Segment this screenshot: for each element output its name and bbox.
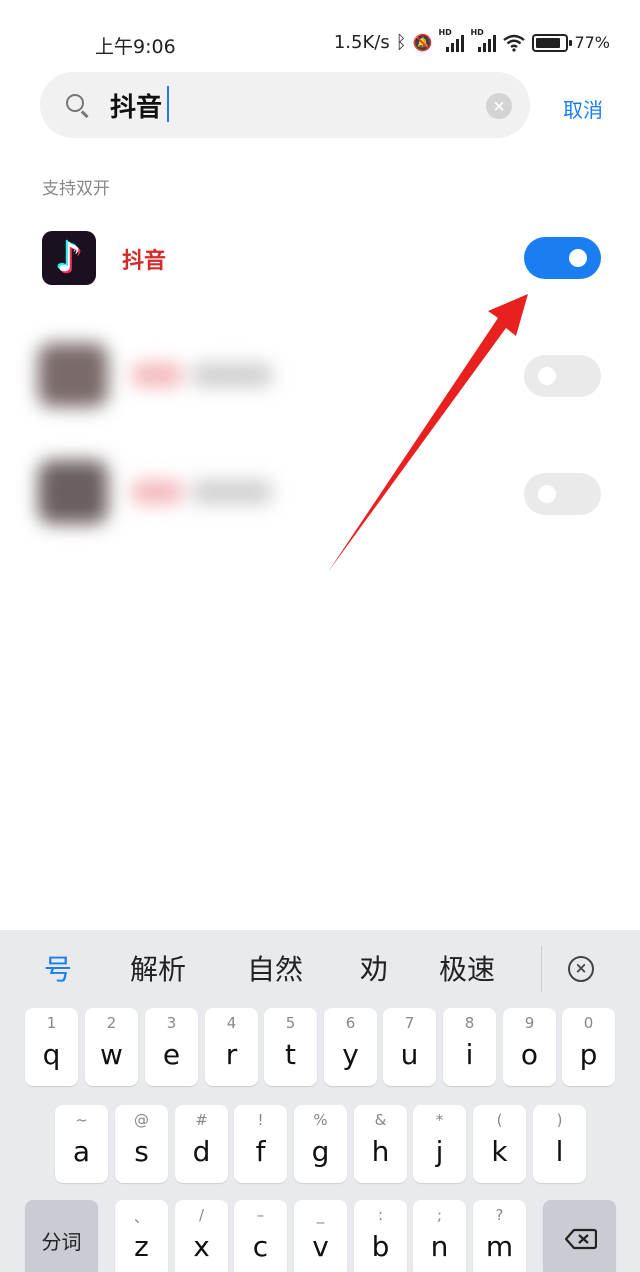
key-p[interactable]: 0p [562, 1008, 615, 1086]
key-y[interactable]: 6y [324, 1008, 377, 1086]
divider [541, 946, 542, 992]
search-icon [66, 94, 84, 112]
wifi-icon [503, 34, 526, 52]
toggle-knob [538, 367, 556, 385]
cancel-button[interactable]: 取消 [563, 94, 603, 123]
app-name: 抖音 [122, 249, 167, 274]
douyin-icon: ♪ ♪ ♪ [42, 231, 96, 285]
status-icons: 1.5K/s ᛒ 🔕 HD HD 77% [333, 28, 610, 54]
battery-percent: 77% [574, 33, 610, 52]
clear-icon[interactable]: × [486, 93, 512, 119]
suggestion-item[interactable]: 解析 [130, 948, 186, 988]
key-l[interactable]: ) l [533, 1105, 586, 1183]
key-d[interactable]: # d [175, 1105, 228, 1183]
key-q[interactable]: 1q [25, 1008, 78, 1086]
toggle-knob [569, 249, 587, 267]
key-k[interactable]: (k [473, 1105, 526, 1183]
blurred-app-icon [38, 343, 108, 407]
key-i[interactable]: 8i [443, 1008, 496, 1086]
status-bar: 上午9:06 1.5K/s ᛒ 🔕 HD HD 77% [0, 26, 640, 62]
toggle-knob [538, 485, 556, 503]
suggestion-item[interactable]: 自然 [247, 948, 303, 988]
key-g[interactable]: % g [294, 1105, 347, 1183]
suggestion-item[interactable]: 劝 [360, 948, 388, 988]
suggestion-item[interactable]: 号 [44, 948, 72, 988]
blurred-app-row [22, 335, 282, 415]
section-label: 支持双开 [42, 179, 110, 199]
signal-hd-label: HD [470, 27, 484, 37]
key-n[interactable]: ; n [413, 1200, 466, 1272]
key-m[interactable]: ? m [473, 1200, 526, 1272]
signal-icon: HD [470, 28, 497, 52]
signal-icon: HD [438, 28, 465, 52]
fenci-key[interactable]: 分词 [25, 1200, 98, 1272]
key-e[interactable]: 3e [145, 1008, 198, 1086]
blurred-app-row [22, 452, 282, 532]
battery-icon [532, 33, 573, 52]
signal-hd-label: HD [438, 27, 452, 37]
mute-icon: 🔕 [412, 33, 433, 52]
key-h[interactable]: & h [354, 1105, 407, 1183]
search-box[interactable]: × [40, 72, 530, 138]
key-c[interactable]: – c [234, 1200, 287, 1272]
dual-app-toggle-off[interactable] [524, 355, 601, 397]
key-f[interactable]: ! f [234, 1105, 287, 1183]
suggestion-item[interactable]: 极速 [439, 948, 495, 988]
text-caret [167, 86, 169, 122]
dual-app-toggle-off[interactable] [524, 473, 601, 515]
key-v[interactable]: _ v [294, 1200, 347, 1272]
key-b[interactable]: :b [354, 1200, 407, 1272]
key-s[interactable]: @ s [115, 1105, 168, 1183]
dual-app-toggle-on[interactable] [524, 237, 601, 279]
key-t[interactable]: 5t [264, 1008, 317, 1086]
status-time: 上午9:06 [95, 36, 176, 58]
blurred-app-icon [38, 460, 108, 524]
search-input[interactable] [110, 84, 470, 126]
suggestion-bar: 号 解析 自然 劝 极速 × [0, 930, 640, 1008]
network-speed: 1.5K/s [333, 32, 390, 53]
key-z[interactable]: 、 z [115, 1200, 168, 1272]
backspace-key[interactable] [543, 1200, 616, 1272]
keyboard: 号 解析 自然 劝 极速 × 1q 2w 3e 4r 5t 6y 7u 8i 9… [0, 930, 640, 1272]
key-j[interactable]: * j [413, 1105, 466, 1183]
key-o[interactable]: 9o [503, 1008, 556, 1086]
key-a[interactable]: ~ a [55, 1105, 108, 1183]
backspace-icon [565, 1228, 597, 1250]
bluetooth-icon: ᛒ [395, 32, 407, 53]
key-x[interactable]: / x [175, 1200, 228, 1272]
key-r[interactable]: 4r [205, 1008, 258, 1086]
key-u[interactable]: 7u [383, 1008, 436, 1086]
collapse-keyboard-icon[interactable]: × [568, 956, 594, 982]
key-w[interactable]: 2w [85, 1008, 138, 1086]
